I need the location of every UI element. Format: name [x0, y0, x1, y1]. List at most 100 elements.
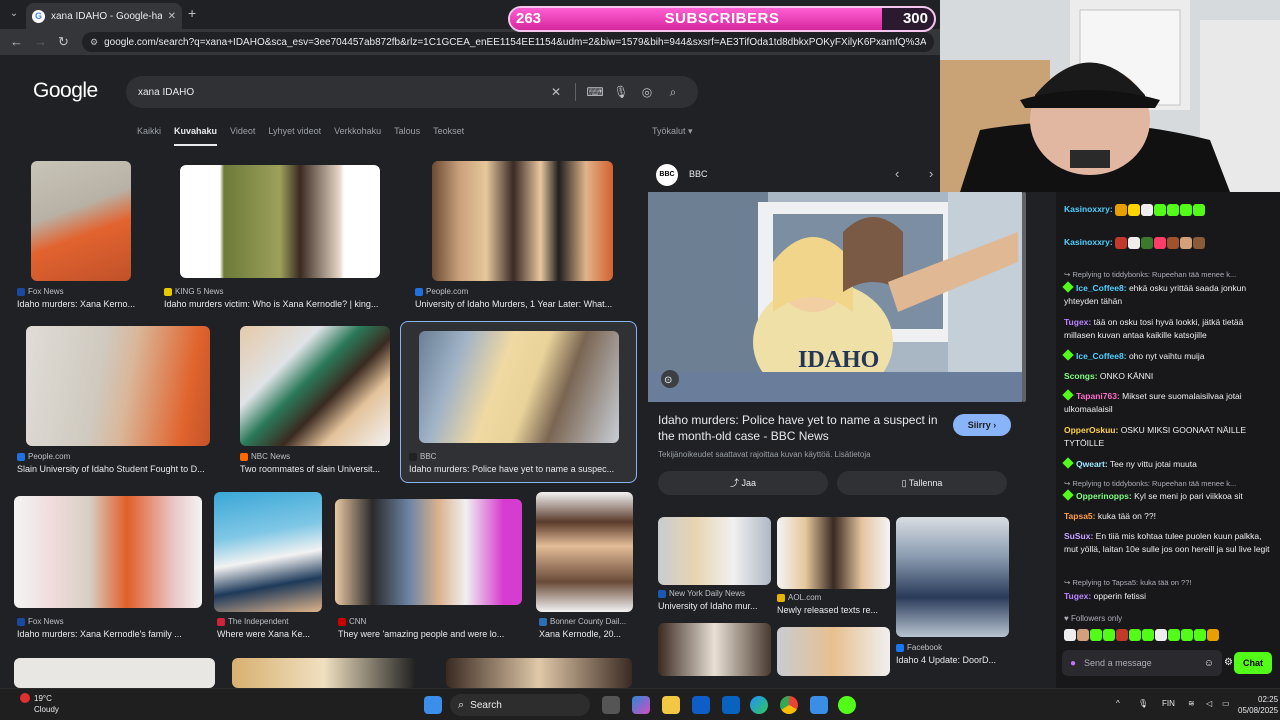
result-image[interactable] — [432, 161, 613, 281]
tab-works[interactable]: Teokset — [433, 126, 464, 146]
result-image[interactable] — [536, 492, 633, 612]
result-image[interactable] — [26, 326, 210, 446]
emote-icon[interactable] — [1103, 628, 1115, 641]
lens-icon[interactable]: ◎ — [634, 85, 660, 99]
outlook-icon[interactable] — [722, 696, 740, 714]
related-caption[interactable]: Newly released texts re... — [777, 605, 892, 615]
related-caption[interactable]: University of Idaho mur... — [658, 601, 773, 611]
result-caption[interactable]: Xana Kernodle, 20... — [539, 629, 633, 639]
preview-title[interactable]: Idaho murders: Police have yet to name a… — [658, 412, 948, 444]
kick-app-icon[interactable] — [838, 696, 856, 714]
emoji-icon[interactable]: ☺ — [1204, 658, 1214, 669]
related-image[interactable] — [896, 517, 1009, 637]
emote-icon[interactable] — [1090, 628, 1102, 641]
emote-icon[interactable] — [1181, 628, 1193, 641]
result-image[interactable] — [232, 658, 416, 688]
search-icon[interactable]: ⌕ — [660, 85, 686, 100]
reload-icon[interactable]: ↻ — [58, 34, 69, 50]
emote-icon[interactable] — [1194, 628, 1206, 641]
save-button[interactable]: ▯ Tallenna — [837, 471, 1007, 495]
result-image[interactable] — [214, 492, 322, 612]
related-image[interactable] — [658, 623, 771, 676]
result-image[interactable] — [180, 165, 380, 278]
file-explorer-icon[interactable] — [662, 696, 680, 714]
chat-username[interactable]: Tugex: — [1064, 317, 1091, 327]
copilot-icon[interactable] — [632, 696, 650, 714]
chat-settings-icon[interactable]: ⚙ — [1224, 657, 1233, 668]
language-indicator[interactable]: FIN — [1162, 699, 1175, 708]
chat-username[interactable]: Ice_Coffee8: — [1076, 283, 1127, 293]
result-caption[interactable]: They were 'amazing people and were lo... — [338, 629, 520, 639]
related-image[interactable] — [777, 517, 890, 589]
weather-widget[interactable]: 19°C Cloudy — [34, 693, 59, 715]
search-input[interactable]: xana IDAHO — [138, 87, 543, 98]
result-image[interactable] — [14, 496, 202, 608]
chat-username[interactable]: Tugex: — [1064, 591, 1091, 601]
chat-username[interactable]: Qweart: — [1076, 459, 1108, 469]
weather-alert-icon[interactable] — [20, 693, 30, 703]
result-image[interactable] — [419, 331, 619, 443]
chat-input[interactable]: ● Send a message ☺ — [1062, 650, 1222, 676]
result-caption[interactable]: University of Idaho Murders, 1 Year Late… — [415, 299, 630, 309]
tab-search-icon[interactable]: ⌄ — [6, 6, 22, 22]
site-info-icon[interactable]: ⚙ — [90, 37, 98, 48]
edge-icon[interactable] — [750, 696, 768, 714]
forward-icon[interactable]: → — [34, 34, 47, 49]
emote-icon[interactable] — [1207, 628, 1219, 641]
start-icon[interactable] — [424, 696, 442, 714]
chat-username[interactable]: Opperinopps: — [1076, 491, 1132, 501]
preview-next-icon[interactable]: › — [929, 166, 933, 181]
browser-tab[interactable]: G xana IDAHO - Google-haku ✕ — [26, 3, 182, 29]
chat-username[interactable]: Tapani763: — [1076, 391, 1120, 401]
volume-icon[interactable]: ◁ — [1206, 699, 1212, 708]
result-image[interactable] — [31, 161, 131, 281]
google-logo[interactable]: Google — [33, 79, 98, 103]
result-image[interactable] — [446, 658, 632, 688]
share-button[interactable]: ⤴ Jaa — [658, 471, 828, 495]
back-icon[interactable]: ← — [10, 34, 23, 49]
microphone-icon[interactable]: ● — [1070, 658, 1076, 669]
result-image[interactable] — [240, 326, 390, 446]
tab-images[interactable]: Kuvahaku — [174, 126, 218, 146]
related-image[interactable] — [777, 627, 890, 676]
result-image[interactable] — [335, 499, 522, 605]
new-tab-icon[interactable]: + — [188, 5, 196, 21]
url-field[interactable]: ⚙ google.com/search?q=xana+IDAHO&sca_esv… — [82, 32, 934, 52]
tab-short-videos[interactable]: Lyhyet videot — [268, 126, 321, 146]
emote-icon[interactable] — [1077, 628, 1089, 641]
result-caption[interactable]: Idaho murders: Xana Kerno... — [17, 299, 147, 309]
chat-username[interactable]: Kasinoxxry: — [1064, 204, 1113, 214]
result-caption[interactable]: Two roommates of slain Universit... — [240, 464, 390, 474]
keyboard-icon[interactable]: ⌨ — [582, 85, 608, 99]
chat-username[interactable]: Ice_Coffee8: — [1076, 351, 1127, 361]
battery-icon[interactable]: ▭ — [1222, 699, 1230, 708]
tray-chevron-icon[interactable]: ^ — [1116, 699, 1120, 708]
emote-icon[interactable] — [1155, 628, 1167, 641]
tools-button[interactable]: Työkalut ▾ — [652, 126, 693, 137]
emote-icon[interactable] — [1168, 628, 1180, 641]
chrome-icon[interactable] — [780, 696, 798, 714]
wifi-icon[interactable]: ≋ — [1188, 699, 1195, 708]
chat-username[interactable]: OpperOskuu: — [1064, 425, 1118, 435]
emote-icon[interactable] — [1116, 628, 1128, 641]
result-caption[interactable]: Idaho murders victim: Who is Xana Kernod… — [164, 299, 396, 309]
task-view-icon[interactable] — [602, 696, 620, 714]
chat-username[interactable]: Tapsa5: — [1064, 511, 1096, 521]
emote-icon[interactable] — [1064, 628, 1076, 641]
tab-all[interactable]: Kaikki — [137, 126, 161, 146]
emote-icon[interactable] — [1142, 628, 1154, 641]
result-caption[interactable]: Slain University of Idaho Student Fought… — [17, 464, 217, 474]
taskbar-search[interactable]: ⌕ Search — [450, 694, 590, 716]
result-caption[interactable]: Idaho murders: Xana Kernodle's family ..… — [17, 629, 200, 639]
store-icon[interactable] — [692, 696, 710, 714]
chat-username[interactable]: SuSux: — [1064, 531, 1093, 541]
tab-videos[interactable]: Videot — [230, 126, 255, 146]
tray-mic-icon[interactable]: 🎙 — [1138, 699, 1148, 708]
tab-web[interactable]: Verkkohaku — [334, 126, 381, 146]
preview-source[interactable]: BBC — [689, 169, 708, 179]
chat-username[interactable]: Scongs: — [1064, 371, 1098, 381]
visit-button[interactable]: Siirry › — [953, 414, 1011, 436]
search-box[interactable]: xana IDAHO ✕ ⌨ 🎙 ◎ ⌕ — [126, 76, 698, 108]
result-caption[interactable]: Where were Xana Ke... — [217, 629, 322, 639]
microphone-icon[interactable]: 🎙 — [608, 85, 634, 99]
